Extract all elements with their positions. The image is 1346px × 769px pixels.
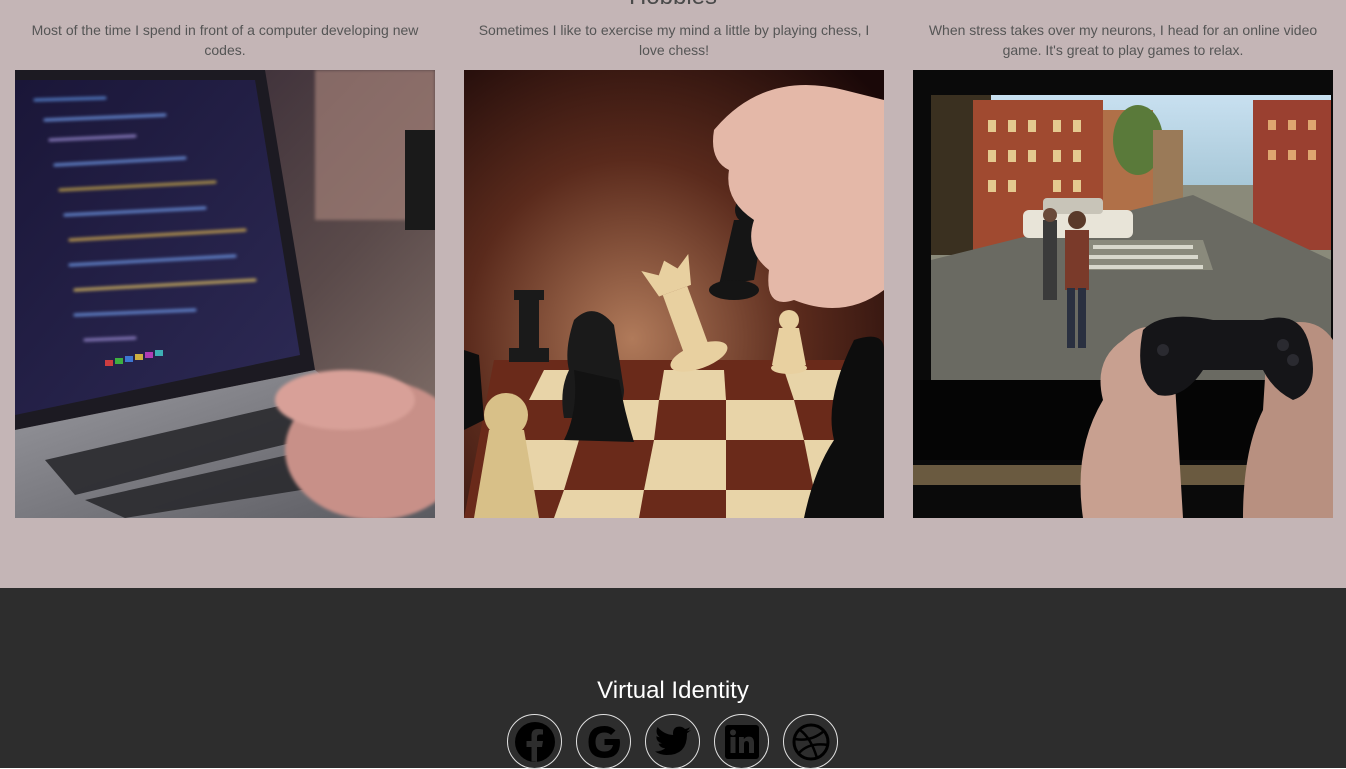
facebook-link[interactable] (507, 714, 562, 769)
footer: Virtual Identity (0, 588, 1346, 769)
hobby-card-coding: Most of the time I spend in front of a c… (15, 20, 435, 518)
dribbble-link[interactable] (783, 714, 838, 769)
dribbble-icon (791, 722, 831, 762)
section-title: Hobbies (0, 0, 1346, 11)
footer-title: Virtual Identity (597, 677, 749, 704)
facebook-icon (514, 721, 555, 762)
twitter-icon (652, 721, 694, 763)
linkedin-icon (722, 722, 762, 762)
hobby-description: When stress takes over my neurons, I hea… (928, 22, 1318, 58)
google-icon (582, 720, 626, 764)
chess-game-photo (464, 70, 884, 518)
hobby-card-chess: Sometimes I like to exercise my mind a l… (464, 20, 884, 518)
hobby-description: Most of the time I spend in front of a c… (31, 22, 419, 58)
hobby-card-gaming: When stress takes over my neurons, I hea… (913, 20, 1333, 518)
linkedin-link[interactable] (714, 714, 769, 769)
video-game-photo (913, 70, 1333, 518)
google-link[interactable] (576, 714, 631, 769)
laptop-coding-photo (15, 70, 435, 518)
social-links (507, 714, 838, 769)
hobbies-section: Hobbies Most of the time I spend in fron… (0, 0, 1346, 588)
twitter-link[interactable] (645, 714, 700, 769)
hobby-description: Sometimes I like to exercise my mind a l… (478, 22, 870, 58)
